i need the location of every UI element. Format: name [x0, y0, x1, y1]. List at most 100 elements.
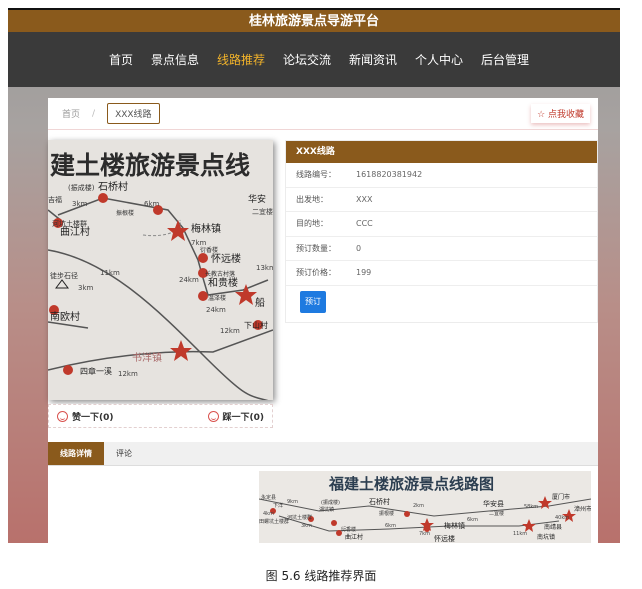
svg-text:(振成楼): (振成楼) — [321, 499, 340, 506]
app-screenshot: 桂林旅游景点导游平台 首页 景点信息 线路推荐 论坛交流 新闻资讯 个人中心 后… — [8, 8, 620, 543]
svg-text:华安县: 华安县 — [483, 499, 504, 508]
svg-text:11km: 11km — [100, 269, 120, 277]
info-value: CCC — [356, 219, 373, 229]
smile-icon — [207, 410, 219, 422]
nav-item-routes[interactable]: 线路推荐 — [208, 51, 274, 68]
info-row: 预订价格： 199 — [286, 261, 597, 286]
svg-text:7km: 7km — [191, 239, 207, 247]
svg-text:湖坑镇: 湖坑镇 — [319, 506, 334, 513]
info-key: 预订价格： — [296, 268, 336, 278]
svg-text:9km: 9km — [287, 499, 298, 505]
svg-text:田螺坑土楼群: 田螺坑土楼群 — [259, 518, 289, 525]
breadcrumb-current: XXX线路 — [107, 103, 160, 124]
route-info-card: XXX线路 线路编号： 1618820381942 出发地： XXX 目的地： … — [285, 140, 598, 323]
route-detail-map-image: 福建土楼旅游景点线路图 石桥村 华安县 二宜楼 梅林镇 厦门市 漳州市 南靖县 … — [259, 471, 591, 543]
svg-text:南靖县: 南靖县 — [544, 523, 562, 531]
route-map-image: 建土楼旅游景点线 石桥村 曲江村 梅林镇 怀远楼 和贵楼 南欧村 书洋镇 四章一… — [48, 140, 273, 400]
svg-text:58km: 58km — [524, 504, 538, 510]
content-panel: 首页 / XXX线路 ☆ 点我收藏 建土楼旅游景点线 石桥村 曲江村 梅林镇 怀… — [48, 98, 598, 543]
info-value: XXX — [356, 194, 373, 204]
svg-text:24km: 24km — [206, 306, 226, 314]
svg-text:华安: 华安 — [248, 193, 266, 205]
detail-map-banner: 福建土楼旅游景点线路图 — [328, 475, 494, 493]
svg-text:怀远楼: 怀远楼 — [434, 534, 455, 543]
route-info-title: XXX线路 — [286, 141, 597, 163]
svg-text:40km: 40km — [555, 515, 569, 521]
svg-text:6km: 6km — [144, 200, 160, 208]
nav-item-profile[interactable]: 个人中心 — [406, 51, 472, 68]
like-label: 赞一下(0) — [72, 412, 114, 423]
main-nav: 首页 景点信息 线路推荐 论坛交流 新闻资讯 个人中心 后台管理 — [8, 32, 620, 87]
svg-text:(振成楼): (振成楼) — [68, 183, 95, 192]
svg-text:石桥村: 石桥村 — [98, 180, 128, 193]
info-value: 199 — [356, 268, 372, 278]
svg-text:漳州市: 漳州市 — [574, 505, 591, 513]
dislike-label: 踩一下(0) — [222, 412, 265, 423]
svg-text:24km: 24km — [179, 276, 199, 284]
svg-text:永定县: 永定县 — [261, 494, 276, 501]
svg-text:振根楼: 振根楼 — [116, 209, 134, 217]
nav-item-news[interactable]: 新闻资讯 — [340, 51, 406, 68]
info-value: 0 — [356, 243, 362, 253]
smile-icon — [57, 410, 68, 422]
breadcrumb: 首页 / XXX线路 ☆ 点我收藏 — [48, 98, 598, 130]
dislike-button[interactable]: 踩一下(0) — [207, 410, 265, 423]
svg-text:衍香楼: 衍香楼 — [341, 526, 356, 533]
svg-text:南坑镇: 南坑镇 — [537, 533, 555, 541]
nav-item-home[interactable]: 首页 — [100, 51, 142, 68]
info-row: 出发地： XXX — [286, 188, 597, 212]
svg-text:四章一溪: 四章一溪 — [80, 366, 112, 376]
site-title: 桂林旅游景点导游平台 — [8, 8, 620, 32]
svg-text:梅林镇: 梅林镇 — [444, 521, 465, 530]
detail-tabs: 线路详情 评论 — [48, 442, 598, 466]
map-banner: 建土楼旅游景点线 — [50, 151, 250, 180]
svg-text:南欧村: 南欧村 — [50, 310, 80, 323]
svg-text:二宜楼: 二宜楼 — [252, 207, 273, 216]
breadcrumb-home[interactable]: 首页 — [62, 107, 80, 120]
like-bar: 赞一下(0) 踩一下(0) — [48, 404, 273, 428]
svg-text:河坑土楼群: 河坑土楼群 — [287, 514, 312, 521]
info-key: 目的地： — [296, 219, 328, 229]
svg-text:3km: 3km — [301, 523, 312, 529]
svg-text:温泽楼: 温泽楼 — [208, 294, 226, 302]
svg-text:3km: 3km — [72, 200, 88, 208]
svg-text:吉福: 吉福 — [48, 195, 62, 204]
svg-text:7km: 7km — [419, 531, 430, 537]
svg-text:长教古村落: 长教古村落 — [205, 270, 235, 278]
like-button[interactable]: 赞一下(0) — [57, 410, 114, 423]
svg-text:振根楼: 振根楼 — [379, 510, 394, 517]
tab-comments[interactable]: 评论 — [104, 442, 144, 465]
info-key: 线路编号： — [296, 170, 336, 180]
svg-text:船: 船 — [255, 296, 265, 309]
breadcrumb-separator: / — [92, 108, 96, 119]
svg-text:河坑土楼群: 河坑土楼群 — [52, 219, 87, 228]
svg-text:4km: 4km — [263, 511, 274, 517]
info-row: 预订数量： 0 — [286, 237, 597, 261]
svg-text:6km: 6km — [385, 523, 396, 529]
nav-item-admin[interactable]: 后台管理 — [472, 51, 538, 68]
favorite-button[interactable]: ☆ 点我收藏 — [531, 104, 590, 123]
svg-text:下山村: 下山村 — [244, 320, 268, 330]
svg-text:11km: 11km — [513, 531, 527, 537]
svg-text:厦门市: 厦门市 — [552, 493, 570, 501]
svg-text:12km: 12km — [118, 370, 138, 378]
book-button[interactable]: 预订 — [300, 290, 326, 313]
svg-text:梅林镇: 梅林镇 — [191, 222, 221, 235]
nav-item-attractions[interactable]: 景点信息 — [142, 51, 208, 68]
info-key: 预订数量： — [296, 243, 336, 253]
svg-text:12km: 12km — [220, 327, 240, 335]
figure-caption: 图 5.6 线路推荐界面 — [265, 569, 377, 583]
tab-route-details[interactable]: 线路详情 — [48, 442, 104, 465]
svg-text:书洋镇: 书洋镇 — [132, 351, 162, 364]
nav-item-forum[interactable]: 论坛交流 — [274, 51, 340, 68]
svg-text:2km: 2km — [413, 503, 424, 509]
info-row: 线路编号： 1618820381942 — [286, 163, 597, 188]
info-row: 目的地： CCC — [286, 212, 597, 237]
svg-text:二宜楼: 二宜楼 — [489, 510, 504, 517]
info-value: 1618820381942 — [356, 170, 423, 180]
svg-text:衍香楼: 衍香楼 — [200, 246, 218, 254]
svg-text:3km: 3km — [78, 284, 94, 292]
svg-text:徒步石径: 徒步石径 — [50, 271, 78, 280]
info-key: 出发地： — [296, 194, 328, 204]
svg-text:曲江村: 曲江村 — [345, 533, 363, 541]
